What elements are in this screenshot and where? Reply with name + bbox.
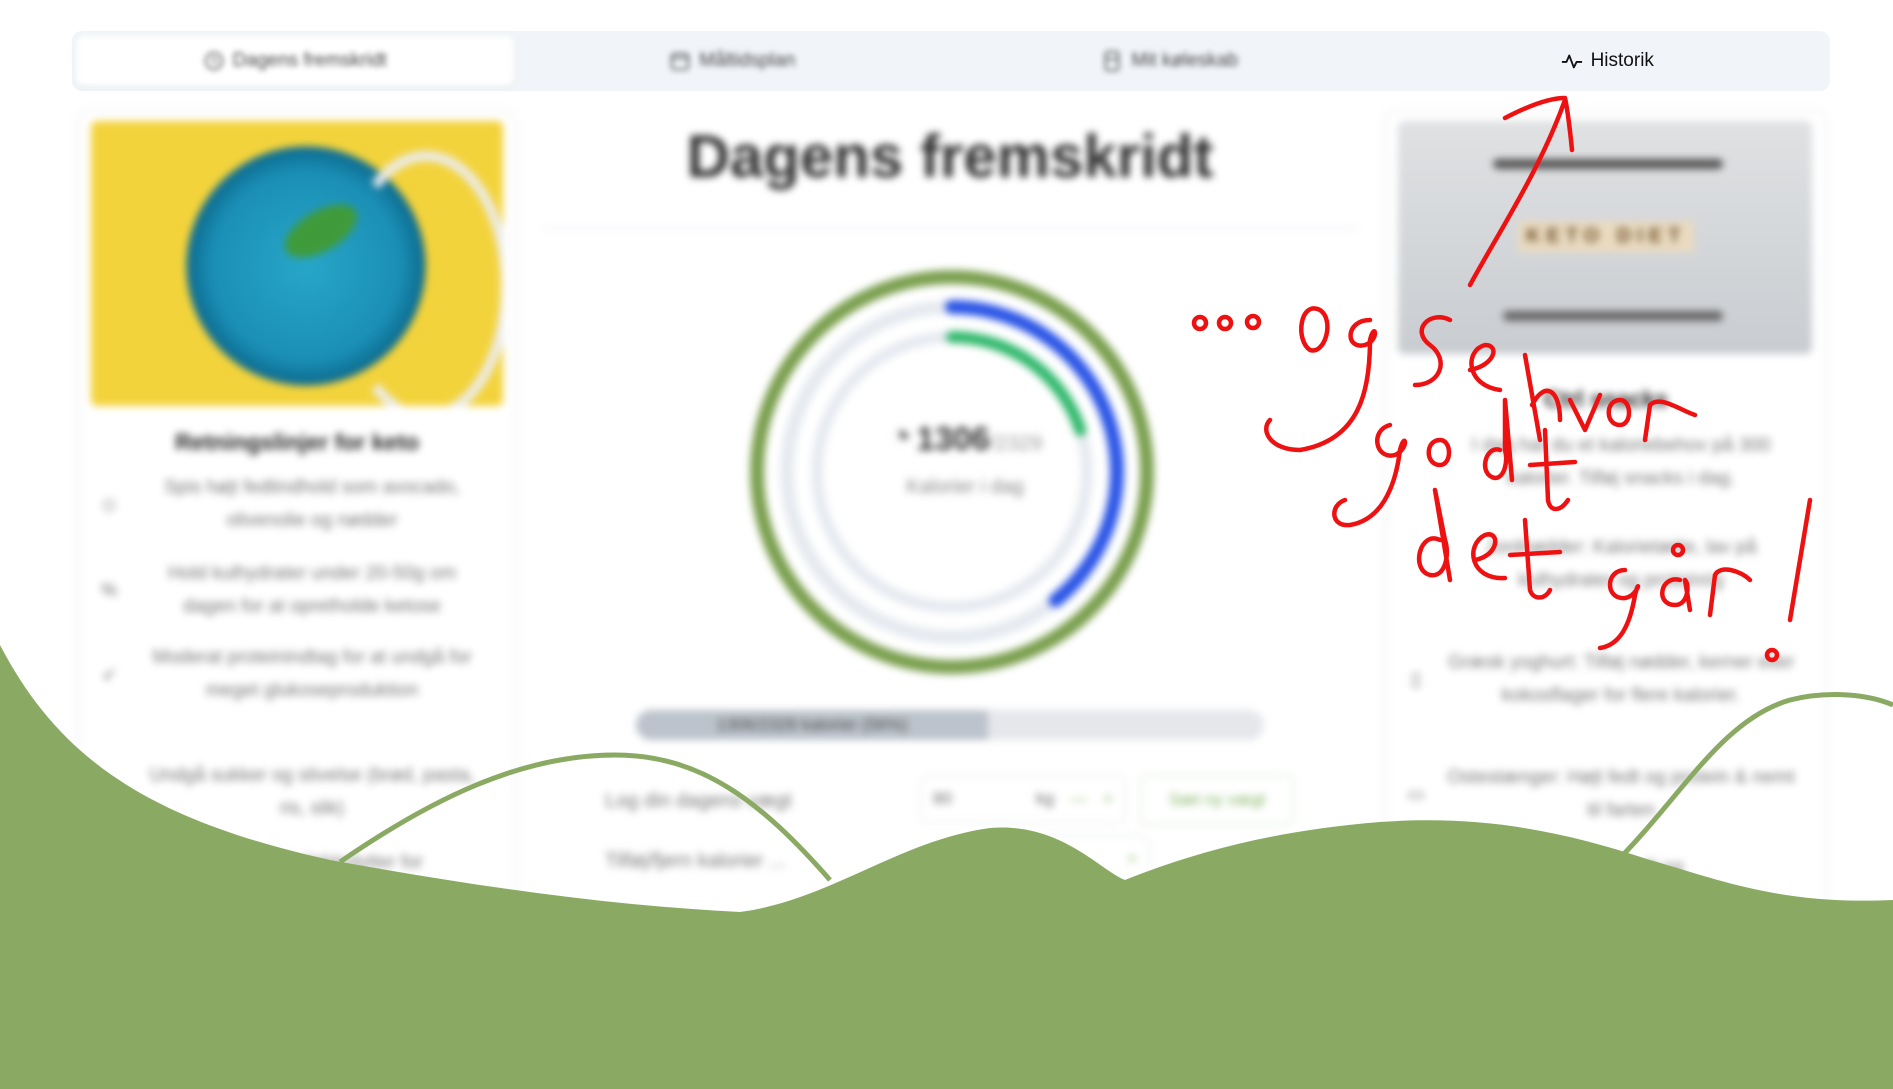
green-wave-line-right [1608,692,1893,870]
green-wave-decoration [0,645,1893,1089]
green-wave-line-left [338,752,832,882]
